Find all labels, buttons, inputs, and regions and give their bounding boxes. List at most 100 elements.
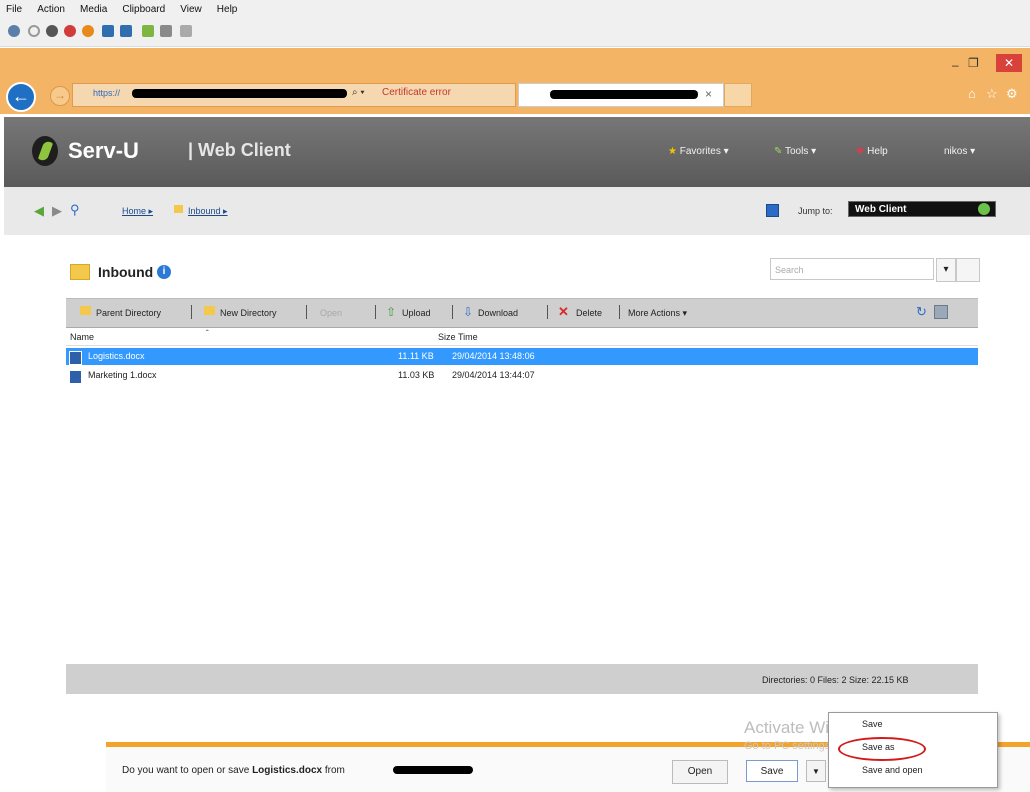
new-tab-button[interactable] [724,83,752,107]
address-prefix: https:// [93,88,121,98]
word-document-icon [69,351,82,365]
ctrl-alt-del-icon[interactable] [8,25,20,37]
download-prompt: Do you want to open or save Logistics.do… [122,765,345,776]
separator [306,305,307,319]
open-button[interactable]: Open [672,760,728,784]
jump-to-label: Jump to: [798,206,833,216]
restore-button[interactable]: ❐ [968,56,979,70]
nav-user-menu[interactable]: nikos ▾ [944,146,975,157]
column-name[interactable]: Name [70,332,94,342]
breadcrumb-home[interactable]: Home ▸ [122,206,153,217]
vm-menu-bar: File Action Media Clipboard View Help [0,0,1030,20]
refresh-icon[interactable]: ↻ [916,304,927,320]
column-size[interactable]: Size [438,332,456,342]
tools-icon: ✎ [774,146,783,157]
delete-x-icon: ✕ [558,304,569,319]
pause-icon[interactable] [102,25,114,37]
resume-icon[interactable] [120,25,132,37]
app-subtitle: | Web Client [188,140,291,160]
folder-title-icon [70,264,90,280]
menu-media[interactable]: Media [80,4,107,15]
menu-action[interactable]: Action [37,4,65,15]
menu-view[interactable]: View [180,4,202,15]
annotation-circle [838,737,926,761]
menu-help[interactable]: Help [217,4,238,15]
menu-item-save[interactable]: Save [862,719,883,729]
stop-icon[interactable] [46,25,58,37]
nav-tools[interactable]: ✎ Tools ▾ [774,146,816,157]
status-summary: Directories: 0 Files: 2 Size: 22.15 KB [762,675,909,685]
file-time: 29/04/2014 13:44:07 [452,370,535,380]
parent-directory-icon [80,306,91,315]
menu-item-save-and-open[interactable]: Save and open [862,765,923,775]
info-icon[interactable]: i [157,265,171,279]
redacted-tab-title [550,90,698,99]
table-row[interactable]: Logistics.docx 11.11 KB 29/04/2014 13:48… [66,348,978,365]
upload-button[interactable]: Upload [402,308,431,318]
redacted-source [393,766,473,774]
column-time[interactable]: Time [458,332,478,342]
view-options-icon[interactable] [934,305,948,319]
file-name: Marketing 1.docx [88,370,157,380]
menu-file[interactable]: File [6,4,22,15]
checkpoint-icon[interactable] [142,25,154,37]
separator [452,305,453,319]
menu-clipboard[interactable]: Clipboard [122,4,165,15]
nav-favorites[interactable]: ★ Favorites ▾ [668,146,729,157]
file-size: 11.03 KB [398,370,435,380]
redacted-url [132,89,347,98]
delete-button[interactable]: Delete [576,308,602,318]
table-row[interactable]: Marketing 1.docx 11.03 KB 29/04/2014 13:… [66,367,978,384]
search-button-icon[interactable] [956,258,980,282]
favorites-star-icon[interactable]: ☆ [986,86,998,102]
separator [191,305,192,319]
search-icon[interactable]: ⚲ [70,202,80,218]
breadcrumb-inbound[interactable]: Inbound ▸ [188,206,228,217]
save-options-arrow-icon[interactable]: ▼ [806,760,826,782]
settings-gear-icon[interactable]: ⚙ [1006,86,1018,102]
new-directory-button[interactable]: New Directory [220,308,277,318]
back-arrow-icon[interactable]: ← [6,82,36,112]
shutdown-icon[interactable] [64,25,76,37]
nav-help[interactable]: ✚ Help [856,146,888,157]
tab-close-icon[interactable]: × [705,87,712,101]
back-green-arrow-icon[interactable]: ◀ [34,203,44,219]
jump-to-select[interactable]: Web Client [848,201,996,217]
home-icon[interactable]: ⌂ [968,86,976,101]
serv-u-logo-icon [32,136,58,166]
minimize-button[interactable]: – [952,58,959,72]
download-filename: Logistics.docx [252,765,323,776]
certificate-error[interactable]: Certificate error [382,87,451,98]
file-name: Logistics.docx [88,351,145,361]
revert-icon[interactable] [160,25,172,37]
file-size: 11.11 KB [398,351,434,361]
search-input[interactable]: Search [770,258,934,280]
actions-toolbar [66,298,978,328]
folder-icon [174,205,183,213]
column-header [66,328,978,346]
forward-arrow-icon[interactable]: → [50,86,70,106]
separator [619,305,620,319]
jump-popout-icon[interactable] [766,204,779,217]
file-time: 29/04/2014 13:48:06 [452,351,535,361]
upload-icon: ⇧ [386,305,397,319]
search-filter-dropdown[interactable]: ▾ [936,258,956,282]
more-actions-button[interactable]: More Actions ▾ [628,308,687,319]
download-icon: ⇩ [463,305,474,319]
new-directory-icon [204,306,215,315]
folder-title: Inbound [98,264,154,280]
save-button[interactable]: Save [746,760,798,782]
separator [375,305,376,319]
search-dropdown-icon[interactable]: ⌕ ▾ [352,87,365,98]
forward-gray-arrow-icon[interactable]: ▶ [52,203,62,219]
help-lifebuoy-icon: ✚ [856,146,865,157]
close-window-button[interactable]: ✕ [996,54,1022,72]
word-document-icon [69,370,82,384]
start-icon[interactable] [28,25,40,37]
open-button-disabled[interactable]: Open [320,308,342,318]
parent-directory-button[interactable]: Parent Directory [96,308,161,318]
power-icon[interactable] [82,25,94,37]
enhanced-session-icon[interactable] [180,25,192,37]
jump-go-icon[interactable] [978,203,990,215]
download-button[interactable]: Download [478,308,518,318]
